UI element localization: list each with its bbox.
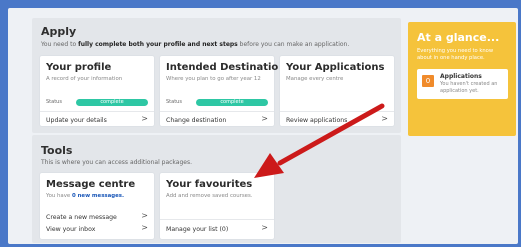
dashboard-frame: Apply You need to fully complete both yo… bbox=[8, 8, 518, 244]
annotation-arrow-icon bbox=[254, 103, 385, 178]
